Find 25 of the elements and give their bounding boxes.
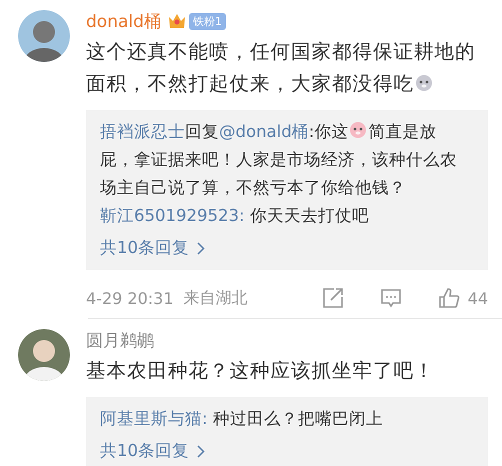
comment-text: 基本农田种花？这种应该抓坐牢了吧！ bbox=[86, 358, 436, 384]
more-replies-link[interactable]: 共10条回复 bbox=[100, 437, 205, 465]
username[interactable]: 圆月鹈鹕 bbox=[86, 328, 154, 352]
reply-text: 靳江6501929523: 你天天去打仗吧 bbox=[100, 205, 370, 227]
user-link[interactable]: 靳江6501929523: bbox=[100, 206, 245, 225]
chevron-icon bbox=[197, 242, 205, 254]
avatar[interactable] bbox=[18, 329, 70, 381]
like-button[interactable]: 44 bbox=[438, 287, 488, 309]
comment-icon[interactable] bbox=[380, 287, 402, 309]
location: 来自湖北 bbox=[184, 288, 248, 308]
user-link[interactable]: 阿基里斯与猫: bbox=[100, 409, 208, 428]
share-icon[interactable] bbox=[322, 287, 344, 309]
more-replies-link[interactable]: 共10条回复 bbox=[100, 234, 205, 262]
reply-text: 捂裆派忍士回复@donald桶:你这 简直是放屁，拿证据来吧！人家是市场经济，该种什么农场主自己说了算，不然亏本了你给他钱？ bbox=[100, 119, 458, 199]
reply-text: 阿基里斯与猫: 种过田么？把嘴巴闭上 bbox=[100, 408, 384, 430]
user-link[interactable]: 捂裆派忍士 bbox=[100, 122, 185, 141]
fan-badge: 铁粉1 bbox=[188, 12, 226, 30]
comment-text: 这个还真不能喷，任何国家都得保证耕地的面积，不然打起仗来，大家都没得吃 bbox=[86, 39, 476, 97]
avatar[interactable] bbox=[18, 10, 70, 62]
username[interactable]: donald桶 bbox=[86, 10, 161, 32]
chevron-icon bbox=[197, 444, 205, 458]
thumbs-up-icon bbox=[438, 287, 460, 309]
timestamp: 4-29 20:31 bbox=[86, 288, 174, 308]
crown-icon bbox=[166, 12, 187, 30]
user-link[interactable]: @donald桶 bbox=[219, 122, 309, 141]
